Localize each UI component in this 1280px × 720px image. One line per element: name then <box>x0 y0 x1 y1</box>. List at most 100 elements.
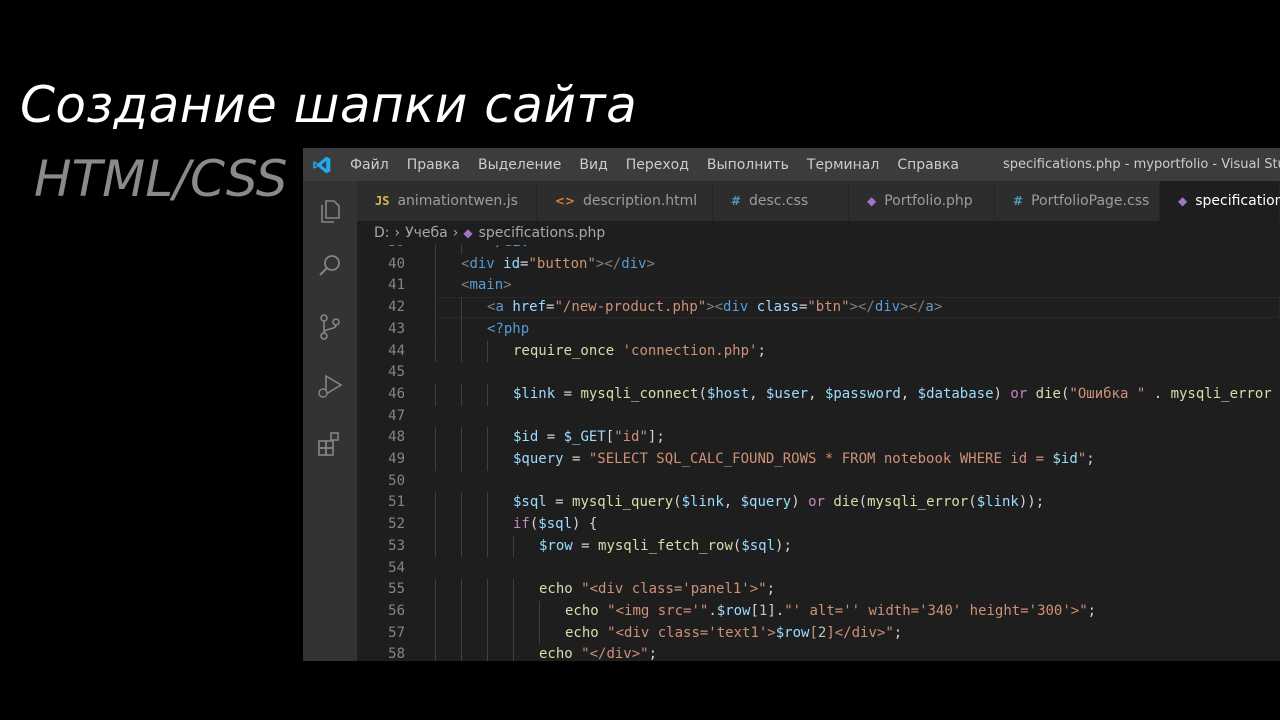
code-token: "<img src='" <box>607 602 709 619</box>
menu-bar: Файл Правка Выделение Вид Переход Выполнить Те… <box>341 157 968 173</box>
code-token: $row <box>775 624 810 641</box>
indent-guide <box>513 644 514 661</box>
indent-guide <box>461 318 462 341</box>
code-token: "Ошибка " <box>1069 385 1146 402</box>
code-token: $database <box>917 385 994 402</box>
code-token: "button" <box>528 255 596 272</box>
code-token: ></ <box>849 299 875 316</box>
indent-guide <box>487 600 488 623</box>
css-file-icon: # <box>1013 194 1024 208</box>
code-line: 49 $query = "SELECT SQL_CALC_FOUND_ROWS *… <box>357 449 1280 471</box>
line-number: 55 <box>388 581 405 598</box>
code-token: $query <box>740 494 792 511</box>
extensions-icon[interactable] <box>315 429 345 459</box>
code-token: " <box>1077 451 1087 467</box>
menu-item[interactable]: Файл <box>341 157 398 173</box>
code-token: ; <box>766 581 776 598</box>
code-text: echo "<div class='text1'>$row[2]</div>"; <box>565 623 902 645</box>
indent-guide <box>487 340 488 363</box>
line-number: 56 <box>388 602 405 619</box>
indent-guide <box>487 449 488 471</box>
code-token: > <box>933 299 943 316</box>
code-token: = <box>555 385 581 402</box>
code-token: main <box>469 277 504 294</box>
css-file-icon: # <box>730 194 741 208</box>
indent-guide <box>539 600 540 623</box>
breadcrumb-drive[interactable]: D: <box>374 225 390 241</box>
menu-item[interactable]: Справка <box>888 157 968 173</box>
menu-item[interactable]: Переход <box>617 157 698 173</box>
code-token: = <box>572 537 599 554</box>
code-token: or <box>808 494 825 511</box>
code-token: ; <box>1087 602 1097 619</box>
tab-php[interactable]: ◆ specifications.php <box>1160 181 1280 221</box>
code-token: $row <box>539 537 573 554</box>
code-token: a <box>495 299 504 316</box>
files-icon[interactable] <box>315 196 345 226</box>
line-number: 46 <box>388 385 405 402</box>
line-number: 41 <box>388 277 405 294</box>
indent-guide <box>487 492 488 515</box>
tab-css[interactable]: # desc.css <box>712 181 849 221</box>
search-icon[interactable] <box>315 251 345 281</box>
indent-guide <box>435 318 436 341</box>
indent-guide <box>487 514 488 536</box>
code-text: $link = mysqli_connect($host, $user, $pa… <box>513 384 1272 406</box>
code-token: ; <box>757 342 766 359</box>
indent-guide <box>435 340 436 363</box>
vscode-logo-icon[interactable] <box>303 148 341 181</box>
php-file-icon: ◆ <box>1178 194 1188 208</box>
indent-guide <box>435 579 436 601</box>
indent-guide <box>461 535 462 558</box>
code-token: , <box>808 385 825 402</box>
code-editor[interactable]: 39</div>40<div id="button"></div>41<main… <box>357 245 1280 661</box>
title-bar: Файл Правка Выделение Вид Переход Выполнить Те… <box>303 148 1280 181</box>
breadcrumb-file[interactable]: specifications.php <box>479 225 606 241</box>
code-token: class <box>756 299 799 316</box>
code-token: $link <box>681 494 724 511</box>
code-token: if <box>513 516 530 533</box>
indent-guide <box>487 427 488 449</box>
chevron-right-icon: › <box>394 225 401 241</box>
menu-item[interactable]: Вид <box>570 157 616 173</box>
code-token: ) { <box>572 516 598 533</box>
code-text: echo "<div class='panel1'>"; <box>539 579 775 601</box>
code-line: 43 <?php <box>357 318 1280 341</box>
code-token: ></ <box>595 255 622 272</box>
code-text: if($sql) { <box>513 514 597 536</box>
menu-item[interactable]: Выполнить <box>698 157 798 173</box>
indent-guide <box>435 644 436 661</box>
code-token: mysqli_query <box>572 494 674 511</box>
code-token: , <box>749 385 766 402</box>
line-number: 39 <box>357 245 405 254</box>
code-token: = <box>563 451 589 467</box>
run-debug-icon[interactable] <box>315 371 345 401</box>
tab-html[interactable]: <> description.html <box>536 181 713 221</box>
code-line: 51 $sql = mysqli_query($link, $query) or … <box>357 492 1280 515</box>
menu-item[interactable]: Выделение <box>469 157 570 173</box>
code-token: "<div class='text1'> <box>607 624 776 641</box>
code-token: ]; <box>647 429 665 446</box>
breadcrumb-folder[interactable]: Учеба <box>405 225 448 241</box>
video-overlay-title: Создание шапки сайта <box>20 76 638 134</box>
line-number: 52 <box>388 516 405 533</box>
tab-php[interactable]: ◆ Portfolio.php <box>848 181 995 221</box>
vscode-window: Файл Правка Выделение Вид Переход Выполнить Те… <box>303 148 1280 661</box>
code-token: > <box>646 255 655 272</box>
indent-guide <box>435 383 436 406</box>
menu-item[interactable]: Правка <box>398 157 469 173</box>
menu-item[interactable]: Терминал <box>798 157 888 173</box>
code-token: = <box>538 429 564 446</box>
tab-js[interactable]: JS animationtwen.js <box>357 181 537 221</box>
indent-guide <box>461 492 462 515</box>
source-control-icon[interactable] <box>315 312 345 342</box>
indent-guide <box>435 245 436 254</box>
code-token: "' alt='' width='340' height='300'>" <box>784 602 1088 619</box>
tab-css[interactable]: # PortfolioPage.css <box>995 181 1160 221</box>
code-text: $id = $_GET["id"]; <box>513 427 665 449</box>
code-token: ( <box>858 494 868 511</box>
indent-guide <box>435 622 436 645</box>
